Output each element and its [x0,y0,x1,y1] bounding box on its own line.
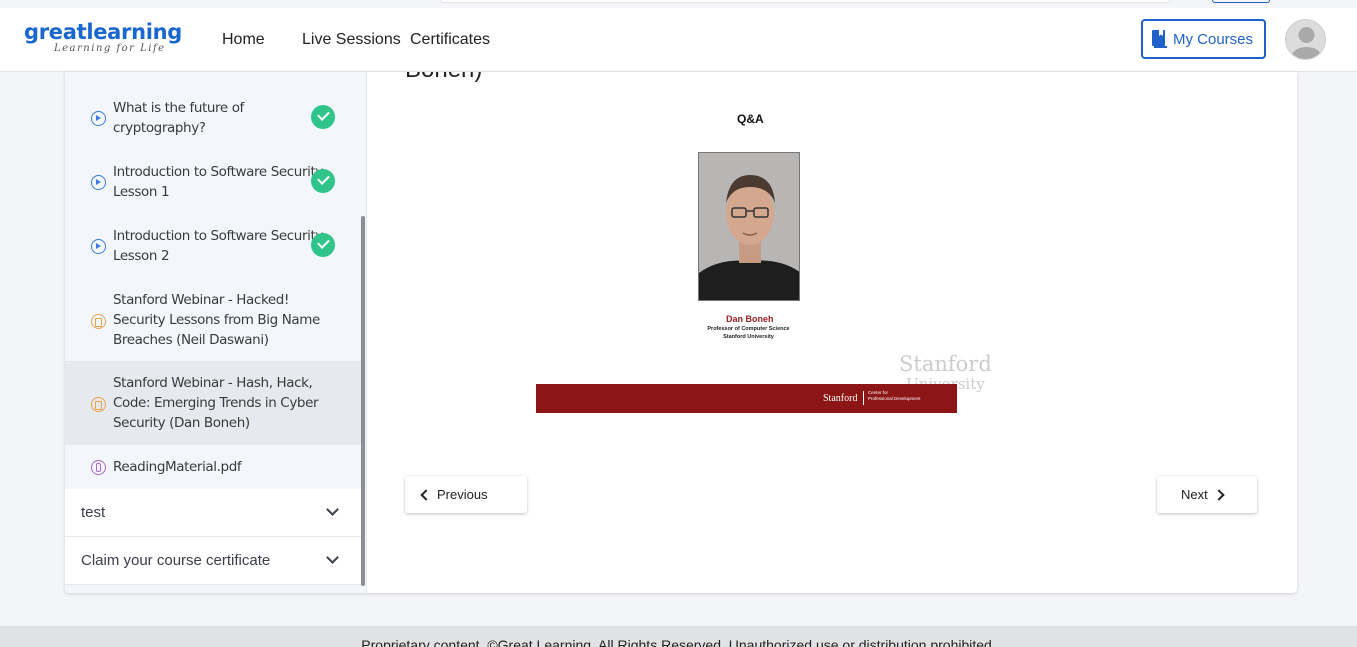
logo-text-great: great [24,20,87,44]
user-silhouette-icon [1291,27,1322,59]
next-label: Next [1181,487,1208,502]
banner-center-line1: Center for [868,390,889,395]
lesson-label: What is the future of cryptography? [113,100,244,136]
play-icon [91,175,106,190]
top-button-edge [1212,0,1270,3]
lesson-title: Boneh) [405,72,482,84]
lesson-item[interactable]: Introduction to Software Security Lesson… [65,200,361,264]
video-slide[interactable]: Q&A Dan Boneh Professor of Computer Scie… [471,102,1001,422]
banner-divider [863,391,864,405]
book-icon [1151,29,1169,49]
next-button[interactable]: Next [1157,476,1257,513]
nav-home[interactable]: Home [222,31,265,49]
footer-text: Proprietary content. ©Great Learning. Al… [361,637,996,647]
document-icon [91,314,106,329]
watermark-line1: Stanford [899,352,992,376]
my-courses-label: My Courses [1173,30,1254,48]
lesson-item[interactable]: Introduction to Software Security Lesson… [65,136,361,200]
lesson-label: Introduction to Software Security Lesson… [113,228,323,264]
speaker-name: Dan Boneh [726,314,774,324]
sidebar-scrollbar[interactable] [361,216,365,586]
pdf-icon [91,460,106,475]
play-icon [91,239,106,254]
lesson-label: Introduction to Software Security Lesson… [113,164,323,200]
chevron-left-icon [420,489,432,501]
section-test[interactable]: test [65,489,361,537]
lesson-label: ReadingMaterial.pdf [113,459,242,475]
banner-center-text: Center for Professional Development [868,390,921,402]
completed-check-icon [311,105,335,129]
section-title: test [81,504,106,521]
stanford-banner: Stanford Center for Professional Develop… [536,384,957,413]
speaker-role: Professor of Computer Science [707,326,790,332]
lesson-label: Stanford Webinar - Hash, Hack, Code: Eme… [113,375,319,431]
banner-brand: Stanford [823,393,858,404]
lesson-label: Stanford Webinar - Hacked! Security Less… [113,292,320,348]
my-courses-button[interactable]: My Courses [1141,19,1266,59]
logo-tagline: Learning for Life [54,43,166,54]
lesson-item[interactable]: What is the future of cryptography? [65,72,361,136]
lesson-item[interactable]: ReadingMaterial.pdf [65,445,361,489]
nav-live-sessions[interactable]: Live Sessions [302,31,401,49]
banner-center-line2: Professional Development [868,396,921,401]
search-bar-edge [440,0,1170,3]
user-avatar[interactable] [1285,19,1326,60]
play-icon [91,111,106,126]
lesson-item[interactable]: Stanford Webinar - Hacked! Security Less… [65,264,361,360]
page-footer: Proprietary content. ©Great Learning. Al… [0,626,1357,647]
greatlearning-logo[interactable]: greatlearning Learning for Life [24,20,184,56]
chevron-right-icon [1213,489,1225,501]
chevron-down-icon [326,551,339,564]
course-sidebar: What is the future of cryptography? Intr… [65,72,367,593]
speaker-org: Stanford University [723,334,774,340]
completed-check-icon [311,233,335,257]
logo-text-learning: learning [86,20,183,44]
lesson-item-active[interactable]: Stanford Webinar - Hash, Hack, Code: Eme… [65,361,361,445]
previous-label: Previous [437,487,488,502]
browser-top-strip [0,0,1357,8]
previous-button[interactable]: Previous [405,476,527,513]
chevron-down-icon [326,503,339,516]
section-claim-certificate[interactable]: Claim your course certificate [65,537,361,585]
course-player-card: What is the future of cryptography? Intr… [65,72,1297,593]
nav-certificates[interactable]: Certificates [410,31,490,49]
document-icon [91,397,106,412]
completed-check-icon [311,169,335,193]
section-title: Claim your course certificate [81,552,271,569]
top-header: greatlearning Learning for Life Home Liv… [0,8,1357,72]
slide-heading: Q&A [737,112,764,126]
speaker-photo [698,152,800,301]
